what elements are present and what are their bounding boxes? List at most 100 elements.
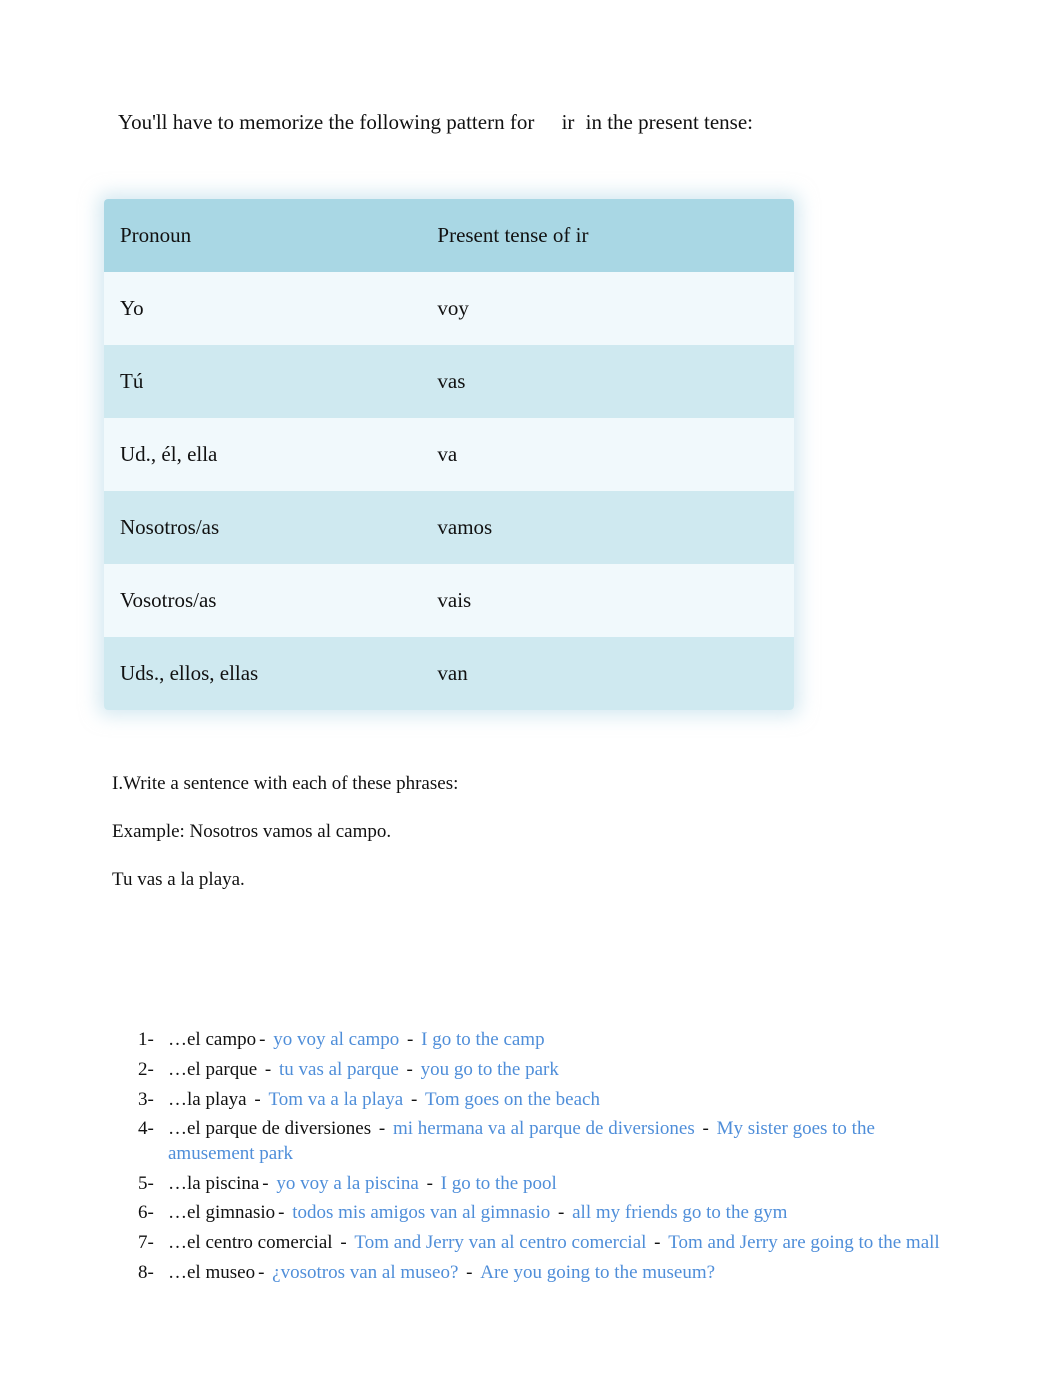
item-prompt: el museo — [187, 1262, 255, 1283]
item-content: …el campo- yo voy al campo - I go to the… — [168, 1028, 1002, 1053]
answer-en: I go to the camp — [421, 1029, 544, 1050]
answer-en: Tom and Jerry are going to the mall — [668, 1232, 939, 1253]
item-content: …el parque - tu vas al parque - you go t… — [168, 1058, 1002, 1083]
table-row: Vosotros/as vais — [104, 564, 794, 637]
answer-es: todos mis amigos van al gimnasio — [292, 1202, 550, 1223]
ellipsis: … — [168, 1118, 187, 1139]
item-number: 6- — [138, 1201, 168, 1226]
answer-es: tu vas al parque — [279, 1059, 404, 1080]
item-prompt: la playa — [187, 1089, 251, 1110]
separator: - — [654, 1232, 665, 1253]
item-prompt: el gimnasio — [187, 1202, 275, 1223]
separator: - — [259, 1029, 270, 1050]
separator: - — [258, 1262, 269, 1283]
separator: - — [278, 1202, 289, 1223]
cell-pronoun: Nosotros/as — [104, 491, 421, 564]
cell-form: va — [421, 418, 794, 491]
cell-pronoun: Vosotros/as — [104, 564, 421, 637]
separator: - — [402, 1029, 418, 1050]
item-number: 3- — [138, 1088, 168, 1113]
cell-form: vais — [421, 564, 794, 637]
separator: - — [466, 1262, 477, 1283]
item-number: 2- — [138, 1058, 168, 1083]
answer-es: Tom and Jerry van al centro comercial — [354, 1232, 651, 1253]
table-row: Yo voy — [104, 272, 794, 345]
list-item: 4- …el parque de diversiones - mi herman… — [138, 1117, 1002, 1166]
item-content: …la piscina- yo voy a la piscina - I go … — [168, 1172, 1002, 1197]
ellipsis: … — [168, 1173, 187, 1194]
list-item: 1- …el campo- yo voy al campo - I go to … — [138, 1028, 1002, 1053]
ellipsis: … — [168, 1202, 187, 1223]
ellipsis: … — [168, 1262, 187, 1283]
item-content: …la playa - Tom va a la playa - Tom goes… — [168, 1088, 1002, 1113]
header-pronoun: Pronoun — [104, 199, 421, 272]
list-item: 5- …la piscina- yo voy a la piscina - I … — [138, 1172, 1002, 1197]
separator: - — [379, 1118, 390, 1139]
instructions-block: I.Write a sentence with each of these ph… — [98, 766, 1002, 898]
cell-form: voy — [421, 272, 794, 345]
cell-form: van — [421, 637, 794, 710]
table-header-row: Pronoun Present tense of ir — [104, 199, 794, 272]
answer-es: yo voy a la piscina — [276, 1173, 418, 1194]
ellipsis: … — [168, 1089, 187, 1110]
cell-pronoun: Uds., ellos, ellas — [104, 637, 421, 710]
separator: - — [422, 1173, 438, 1194]
answer-en: Are you going to the museum? — [480, 1262, 715, 1283]
header-form: Present tense of ir — [421, 199, 794, 272]
intro-after: in the present tense: — [586, 110, 753, 134]
answer-es: mi hermana va al parque de diversiones — [393, 1118, 700, 1139]
exercise-list: 1- …el campo- yo voy al campo - I go to … — [98, 1028, 1002, 1285]
page: You'll have to memorize the following pa… — [0, 0, 1062, 1377]
answer-en: Tom goes on the beach — [425, 1089, 600, 1110]
separator: - — [254, 1089, 265, 1110]
answer-es: Tom va a la playa — [268, 1089, 403, 1110]
item-prompt: el parque — [187, 1059, 262, 1080]
answer-es: yo voy al campo — [273, 1029, 399, 1050]
item-number: 8- — [138, 1261, 168, 1286]
answer-en: all my friends go to the gym — [572, 1202, 787, 1223]
item-content: …el parque de diversiones - mi hermana v… — [168, 1117, 1002, 1166]
item-content: …el museo- ¿vosotros van al museo? - Are… — [168, 1261, 1002, 1286]
answer-es: ¿vosotros van al museo? — [272, 1262, 463, 1283]
ellipsis: … — [168, 1059, 187, 1080]
answer-en: I go to the pool — [441, 1173, 557, 1194]
list-item: 3- …la playa - Tom va a la playa - Tom g… — [138, 1088, 1002, 1113]
intro-sentence: You'll have to memorize the following pa… — [98, 110, 1002, 135]
ellipsis: … — [168, 1232, 187, 1253]
separator: - — [406, 1089, 422, 1110]
instructions-line-2: Example: Nosotros vamos al campo. — [112, 814, 1002, 850]
cell-form: vamos — [421, 491, 794, 564]
item-prompt: el parque de diversiones — [187, 1118, 376, 1139]
item-number: 4- — [138, 1117, 168, 1142]
instructions-line-1: I.Write a sentence with each of these ph… — [112, 766, 1002, 802]
list-item: 6- …el gimnasio- todos mis amigos van al… — [138, 1201, 1002, 1226]
item-prompt: el centro comercial — [187, 1232, 337, 1253]
table-row: Nosotros/as vamos — [104, 491, 794, 564]
separator: - — [407, 1059, 418, 1080]
item-prompt: la piscina — [187, 1173, 259, 1194]
cell-pronoun: Ud., él, ella — [104, 418, 421, 491]
separator: - — [703, 1118, 714, 1139]
item-content: …el centro comercial - Tom and Jerry van… — [168, 1231, 1002, 1256]
list-item: 2- …el parque - tu vas al parque - you g… — [138, 1058, 1002, 1083]
cell-form: vas — [421, 345, 794, 418]
intro-before: You'll have to memorize the following pa… — [118, 110, 534, 134]
cell-pronoun: Tú — [104, 345, 421, 418]
table-row: Tú vas — [104, 345, 794, 418]
table-row: Ud., él, ella va — [104, 418, 794, 491]
item-number: 5- — [138, 1172, 168, 1197]
item-prompt: el campo — [187, 1029, 256, 1050]
table-row: Uds., ellos, ellas van — [104, 637, 794, 710]
instructions-line-3: Tu vas a la playa. — [112, 862, 1002, 898]
item-number: 1- — [138, 1028, 168, 1053]
list-item: 7- …el centro comercial - Tom and Jerry … — [138, 1231, 1002, 1256]
separator: - — [265, 1059, 276, 1080]
answer-en: you go to the park — [421, 1059, 559, 1080]
cell-pronoun: Yo — [104, 272, 421, 345]
intro-verb: ir — [562, 110, 575, 135]
list-item: 8- …el museo- ¿vosotros van al museo? - … — [138, 1261, 1002, 1286]
separator: - — [262, 1173, 273, 1194]
item-number: 7- — [138, 1231, 168, 1256]
separator: - — [553, 1202, 569, 1223]
ellipsis: … — [168, 1029, 187, 1050]
